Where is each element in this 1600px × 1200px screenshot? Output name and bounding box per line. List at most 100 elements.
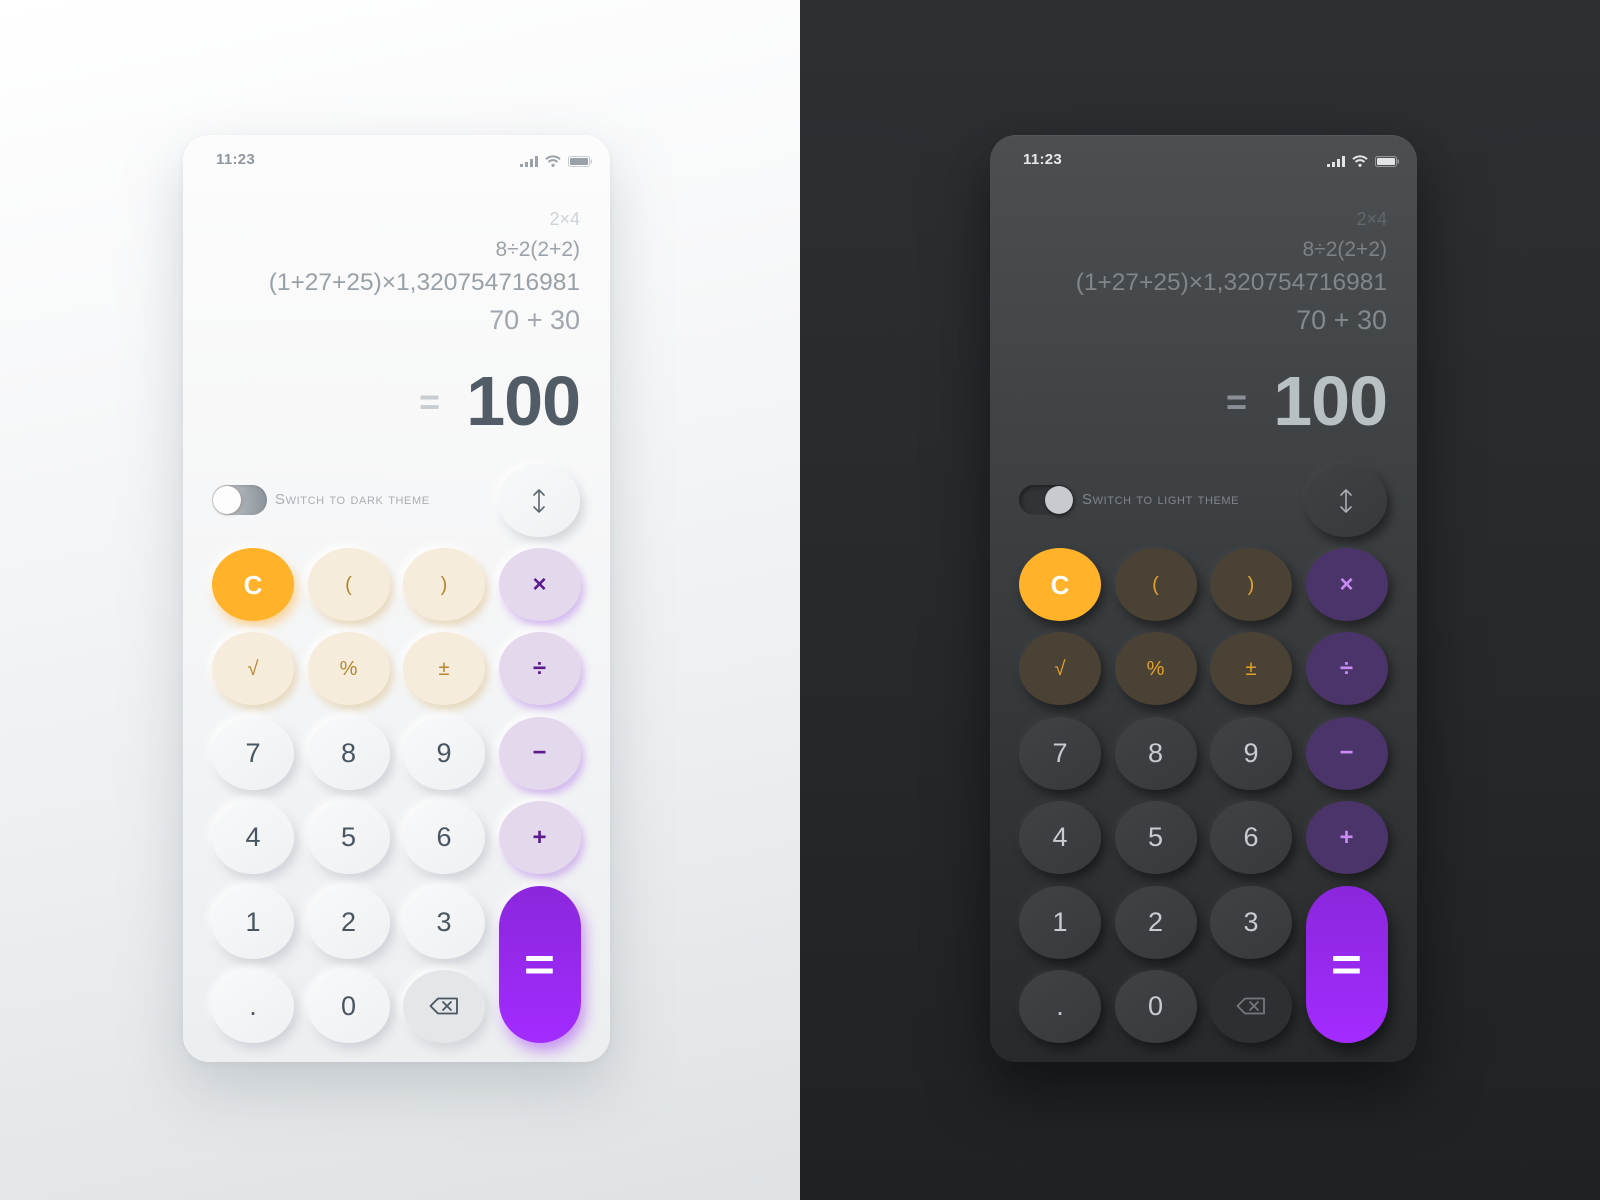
decimal-point-button[interactable]: .: [1019, 969, 1101, 1043]
clear-button[interactable]: C: [212, 548, 294, 621]
theme-toggle[interactable]: [212, 485, 267, 515]
divide-button[interactable]: ÷: [1305, 632, 1388, 706]
key-label: ): [440, 573, 448, 596]
toggle-knob: [213, 486, 241, 514]
digit-8-button[interactable]: 8: [1114, 716, 1197, 790]
digit-7-button[interactable]: 7: [212, 716, 294, 790]
theme-toggle-label: Switch to dark theme: [275, 491, 430, 508]
digit-2-button[interactable]: 2: [1114, 885, 1197, 959]
key-label: 0: [1147, 990, 1164, 1021]
history-line[interactable]: 8÷2(2+2): [1303, 239, 1388, 260]
key-label: ±: [438, 657, 450, 680]
history-line[interactable]: 2×4: [1356, 210, 1387, 228]
keypad: C ( ) × √ % ± ÷ 7 8 9 − 4 5 6 + 1 2 3 = …: [1019, 548, 1388, 1043]
key-label: 7: [245, 737, 261, 768]
close-paren-button[interactable]: ): [1210, 548, 1292, 621]
digit-2-button[interactable]: 2: [307, 885, 390, 959]
swap-layout-button[interactable]: [1305, 464, 1387, 537]
signal-icon: [520, 155, 538, 167]
percent-button[interactable]: %: [307, 632, 390, 706]
clear-button[interactable]: C: [1019, 548, 1101, 621]
key-label: 6: [436, 822, 452, 853]
key-label: 0: [340, 990, 357, 1021]
digit-0-button[interactable]: 0: [1114, 969, 1197, 1043]
key-label: .: [249, 990, 257, 1021]
backspace-icon: [1236, 998, 1265, 1015]
open-paren-button[interactable]: (: [307, 548, 390, 621]
current-expression: 70 + 30: [1296, 305, 1387, 335]
history-line[interactable]: (1+27+25)×1,320754716981: [269, 270, 580, 296]
key-label: 1: [1052, 906, 1068, 937]
result-value: 100: [1273, 362, 1388, 440]
key-label: 5: [1147, 822, 1164, 853]
digit-3-button[interactable]: 3: [1210, 885, 1292, 959]
square-root-button[interactable]: √: [212, 632, 294, 706]
divide-button[interactable]: ÷: [498, 632, 581, 706]
multiply-button[interactable]: ×: [1305, 548, 1388, 621]
status-time: 11:23: [216, 151, 256, 168]
key-label: C: [243, 569, 263, 600]
equals-button[interactable]: =: [1305, 885, 1388, 1043]
key-label: −: [532, 739, 547, 767]
key-label: 4: [1052, 822, 1068, 853]
key-label: (: [345, 573, 352, 596]
key-label: ×: [532, 570, 547, 598]
percent-button[interactable]: %: [1114, 632, 1197, 706]
key-label: =: [1331, 938, 1362, 991]
digit-7-button[interactable]: 7: [1019, 716, 1101, 790]
add-button[interactable]: +: [1305, 801, 1388, 875]
square-root-button[interactable]: √: [1019, 632, 1101, 706]
digit-5-button[interactable]: 5: [1114, 801, 1197, 875]
keypad: C ( ) × √ % ± ÷ 7 8 9 − 4 5 6 + 1 2 3 = …: [212, 548, 581, 1043]
key-label: ×: [1339, 570, 1354, 598]
status-icons: [1327, 155, 1400, 167]
calculator-light: 11:23 2×4 8÷2(2+2) (1+27+25)×1,320754716…: [183, 135, 610, 1062]
digit-0-button[interactable]: 0: [307, 969, 390, 1043]
digit-9-button[interactable]: 9: [403, 716, 485, 790]
current-expression: 70 + 30: [489, 305, 580, 335]
key-label: 5: [340, 822, 357, 853]
theme-toggle[interactable]: [1019, 485, 1074, 515]
backspace-button[interactable]: [403, 969, 485, 1043]
multiply-button[interactable]: ×: [498, 548, 581, 621]
history-line[interactable]: 2×4: [549, 210, 580, 228]
digit-1-button[interactable]: 1: [1019, 885, 1101, 959]
digit-1-button[interactable]: 1: [212, 885, 294, 959]
digit-6-button[interactable]: 6: [1210, 801, 1292, 875]
digit-4-button[interactable]: 4: [1019, 801, 1101, 875]
subtract-button[interactable]: −: [498, 716, 581, 790]
plus-minus-button[interactable]: ±: [1210, 632, 1292, 706]
digit-8-button[interactable]: 8: [307, 716, 390, 790]
open-paren-button[interactable]: (: [1114, 548, 1197, 621]
close-paren-button[interactable]: ): [403, 548, 485, 621]
key-label: ÷: [1339, 654, 1354, 682]
swap-vertical-icon: [1340, 488, 1352, 513]
backspace-button[interactable]: [1210, 969, 1292, 1043]
digit-9-button[interactable]: 9: [1210, 716, 1292, 790]
key-label: 7: [1052, 737, 1068, 768]
signal-icon: [1327, 155, 1345, 167]
key-label: =: [524, 938, 555, 991]
key-label: (: [1152, 573, 1159, 596]
plus-minus-button[interactable]: ±: [403, 632, 485, 706]
history-line[interactable]: 8÷2(2+2): [496, 239, 581, 260]
key-label: .: [1056, 990, 1064, 1021]
equals-button[interactable]: =: [498, 885, 581, 1043]
calculator-dark: 11:23 2×4 8÷2(2+2) (1+27+25)×1,320754716…: [990, 135, 1417, 1062]
key-label: −: [1339, 739, 1354, 767]
add-button[interactable]: +: [498, 801, 581, 875]
result-value: 100: [466, 362, 581, 440]
subtract-button[interactable]: −: [1305, 716, 1388, 790]
key-label: %: [339, 657, 358, 680]
digit-3-button[interactable]: 3: [403, 885, 485, 959]
digit-4-button[interactable]: 4: [212, 801, 294, 875]
decimal-point-button[interactable]: .: [212, 969, 294, 1043]
digit-6-button[interactable]: 6: [403, 801, 485, 875]
digit-5-button[interactable]: 5: [307, 801, 390, 875]
key-label: √: [247, 657, 259, 680]
history-line[interactable]: (1+27+25)×1,320754716981: [1076, 270, 1387, 296]
key-label: ): [1247, 573, 1255, 596]
key-label: 8: [340, 737, 357, 768]
key-label: 8: [1147, 737, 1164, 768]
swap-layout-button[interactable]: [498, 464, 580, 537]
